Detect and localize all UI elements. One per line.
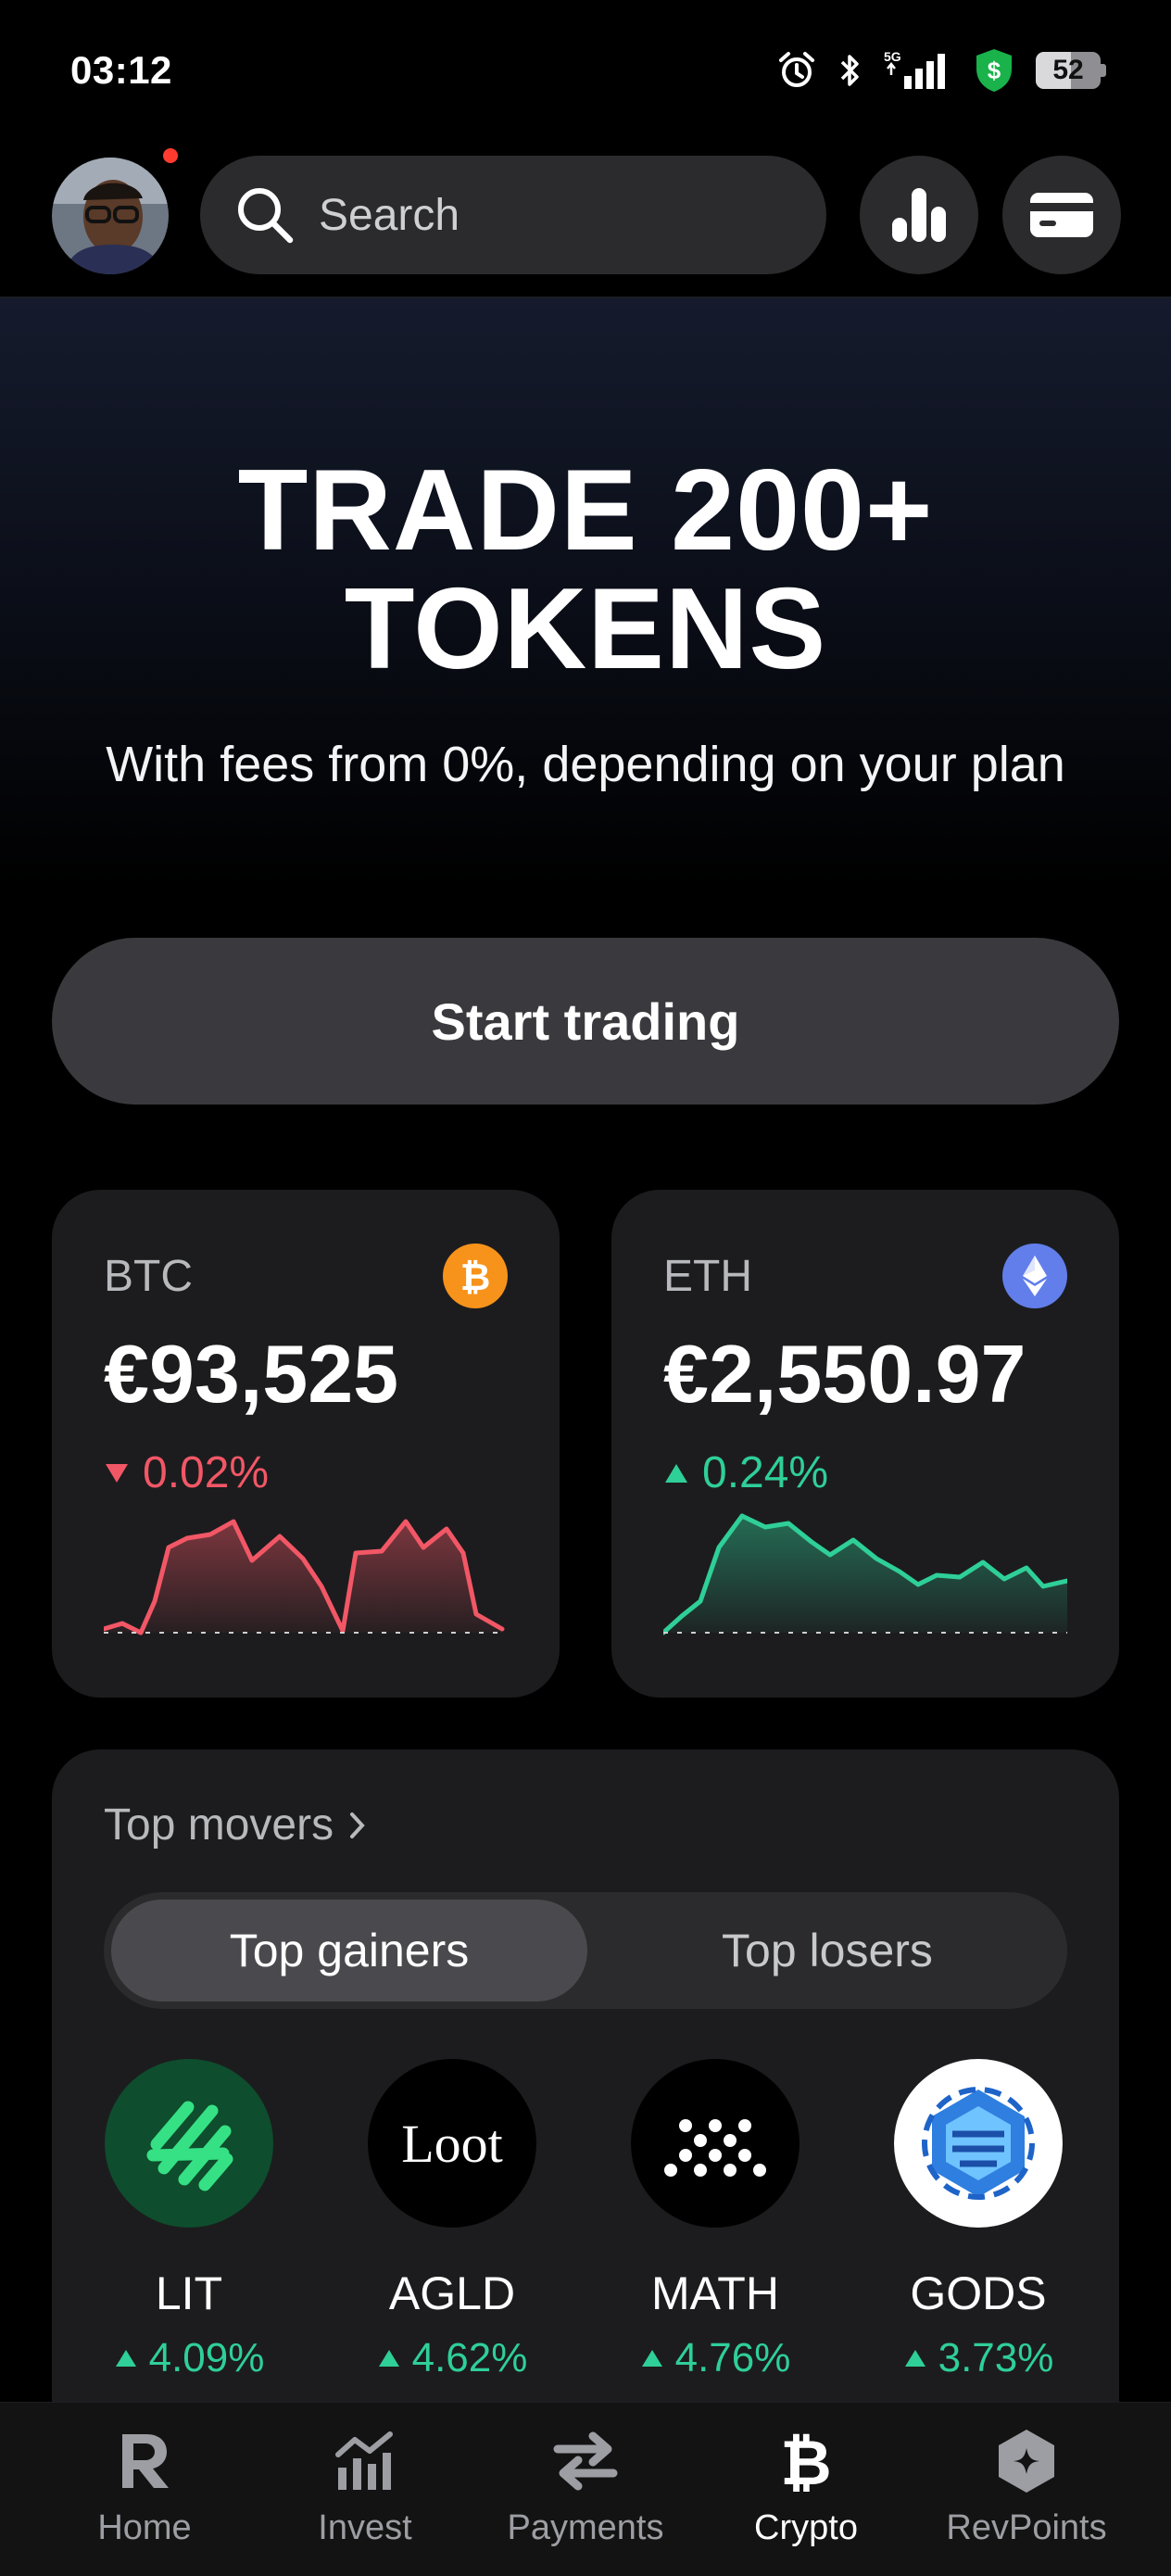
triangle-up-icon [115,2350,136,2367]
triangle-up-icon [378,2350,399,2367]
coin-card-btc[interactable]: BTC ₿ €93,525 0.02% [52,1190,560,1698]
coin-change: 0.02% [104,1447,269,1498]
tab-top-gainers[interactable]: Top gainers [111,1900,587,2001]
bitcoin-icon: ₿ [780,2429,831,2494]
search-input[interactable]: Search [319,190,460,241]
ethereum-icon [1002,1244,1067,1308]
mover-change-value: 3.73% [938,2335,1054,2380]
mover-item-agld[interactable]: Loot AGLD 4.62% [367,2059,537,2381]
btc-sparkline [104,1519,505,1635]
loot-logo-text: Loot [401,2113,503,2174]
mover-change: 4.76% [630,2335,800,2381]
mover-change-value: 4.76% [674,2335,791,2380]
nav-item-revpoints[interactable]: RevPoints [915,2421,1138,2548]
triangle-up-icon [904,2350,925,2367]
search-bar[interactable]: Search [200,156,826,274]
nav-item-payments[interactable]: Payments [474,2421,697,2548]
mover-change-value: 4.62% [411,2335,528,2380]
coin-price: €2,550.97 [663,1328,1026,1420]
coin-change: 0.24% [663,1447,828,1498]
svg-text:5G: 5G [884,49,901,64]
bitcoin-icon: ₿ [443,1244,508,1308]
top-bar: Search [0,139,1171,298]
mover-symbol: LIT [155,2267,223,2319]
revolut-r-icon [122,2434,169,2488]
battery-icon: 52 [1036,52,1106,89]
shield-dollar-icon: $ [976,49,1012,92]
hero-title: TRADE 200+ TOKENS [0,451,1171,688]
hero-banner: TRADE 200+ TOKENS With fees from 0%, dep… [0,298,1171,891]
svg-text:$: $ [988,57,1001,84]
coin-change-value: 0.02% [143,1448,270,1497]
svg-text:₿: ₿ [780,2429,831,2494]
coin-symbol: BTC [104,1252,193,1301]
analytics-button[interactable] [860,156,978,274]
nav-item-home[interactable]: Home [33,2421,256,2548]
loot-logo-icon: Loot [368,2059,536,2228]
mover-change: 4.09% [104,2335,274,2381]
nav-label: RevPoints [946,2508,1107,2547]
mover-item-lit[interactable]: LIT 4.09% [104,2059,274,2381]
battery-level: 52 [1052,55,1084,85]
nav-item-crypto[interactable]: ₿ Crypto [695,2421,917,2548]
mover-change-value: 4.09% [148,2335,265,2380]
mover-item-math[interactable]: MATH 4.76% [630,2059,800,2381]
coin-price: €93,525 [104,1328,399,1420]
nav-item-invest[interactable]: Invest [254,2421,476,2548]
card-icon [1030,193,1093,237]
movers-segmented-control: Top gainers Top losers [104,1892,1067,2009]
tab-top-losers[interactable]: Top losers [595,1900,1060,2001]
hero-subtitle: With fees from 0%, depending on your pla… [106,737,1065,792]
start-trading-button[interactable]: Start trading [52,938,1119,1105]
lit-logo-icon [105,2059,273,2228]
chevron-right-icon [350,1812,365,1838]
mover-change: 3.73% [893,2335,1064,2381]
status-icons: 5G $ 52 [776,44,1106,96]
triangle-up-icon [641,2350,662,2367]
invest-chart-icon [335,2431,393,2490]
cards-button[interactable] [1002,156,1121,274]
notification-dot [163,148,178,163]
gods-logo-icon [894,2059,1063,2228]
bar-chart-icon [892,188,946,242]
coin-symbol: ETH [663,1252,752,1301]
mover-symbol: MATH [651,2267,779,2319]
status-bar: 03:12 5G $ 52 [0,0,1171,139]
mover-item-gods[interactable]: GODS 3.73% [893,2059,1064,2381]
nav-label: Home [97,2508,192,2547]
status-time: 03:12 [70,48,172,92]
math-logo-icon [631,2059,800,2228]
coin-card-eth[interactable]: ETH €2,550.97 0.24% [611,1190,1119,1698]
svg-text:₿: ₿ [460,1256,491,1297]
nav-label: Crypto [754,2508,858,2547]
mover-symbol: GODS [910,2267,1047,2319]
revpoints-hexagon-icon [999,2430,1054,2493]
nav-label: Payments [507,2508,664,2547]
nav-label: Invest [318,2508,412,2547]
transfer-arrows-icon [553,2431,618,2491]
hero-title-line1: TRADE 200+ [237,447,934,575]
coin-change-value: 0.24% [702,1448,829,1497]
avatar[interactable] [52,158,169,274]
triangle-down-icon [106,1463,128,1483]
hero-title-line2: TOKENS [344,565,827,693]
search-icon [238,188,294,244]
top-movers-link[interactable]: Top movers [104,1799,367,1850]
alarm-icon [779,52,814,87]
mover-change: 4.62% [367,2335,537,2381]
triangle-up-icon [665,1463,687,1483]
bottom-nav: Home Invest Payments ₿ Crypto RevPoints [0,2402,1171,2576]
mover-symbol: AGLD [388,2267,516,2319]
bluetooth-icon [840,55,859,86]
top-movers-title: Top movers [104,1800,334,1850]
signal-icon: 5G [884,49,945,89]
eth-sparkline [663,1513,1067,1635]
